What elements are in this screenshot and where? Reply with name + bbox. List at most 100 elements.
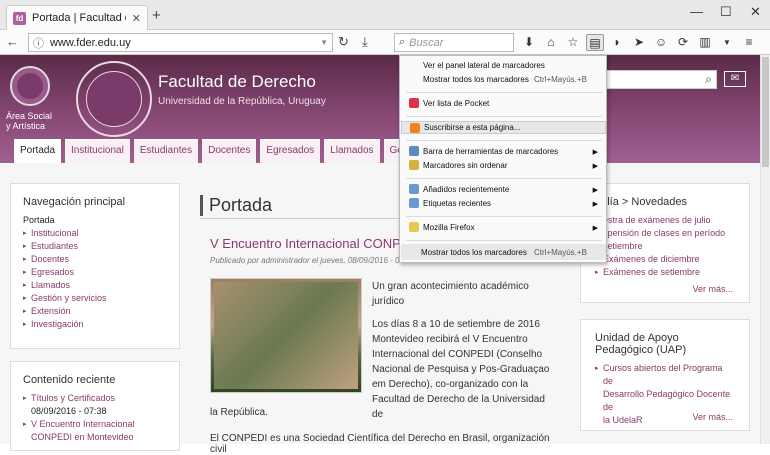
- bookmarks-popup-menu: Ver el panel lateral de marcadores Mostr…: [399, 55, 607, 263]
- recent-folder-icon: [409, 184, 419, 194]
- nav-item[interactable]: Llamados: [23, 279, 167, 292]
- uap-item[interactable]: Cursos abiertos del Programa de: [595, 362, 735, 388]
- news-item-cont[interactable]: setiembre: [595, 240, 735, 253]
- area-social-logo[interactable]: [10, 66, 50, 106]
- tab-bar: fd Portada | Facultad de Dere... ✕ + — ☐…: [0, 0, 770, 30]
- close-window-button[interactable]: ✕: [750, 4, 761, 20]
- nav-item[interactable]: Extensión: [23, 305, 167, 318]
- menu-item-recent-tags[interactable]: Etiquetas recientes ▶: [401, 197, 606, 210]
- footer-show-all-bookmarks[interactable]: Mostrar todos los marcadores Ctrl+Mayús.+…: [401, 244, 606, 260]
- rss-icon: [410, 123, 420, 133]
- nav-item[interactable]: Egresados: [23, 266, 167, 279]
- nav-item[interactable]: Estudiantes: [23, 240, 167, 253]
- news-item[interactable]: spensión de clases en período: [595, 227, 735, 240]
- send-icon[interactable]: ➤: [630, 34, 648, 51]
- see-more-link[interactable]: Ver más...: [692, 412, 733, 422]
- recent-item-cont[interactable]: CONPEDI en Montevideo: [23, 431, 167, 444]
- recent-date: 08/09/2016 - 07:38: [31, 406, 107, 416]
- news-item[interactable]: estra de exámenes de julio: [595, 214, 735, 227]
- menu-item-institucional[interactable]: Institucional: [65, 139, 130, 163]
- bookmark-star-icon[interactable]: ☆: [564, 34, 582, 51]
- menu-item-label: Añadidos recientemente: [423, 185, 510, 194]
- home-icon[interactable]: ⌂: [542, 34, 560, 51]
- menu-item-view-bookmarks-sidebar[interactable]: Ver el panel lateral de marcadores: [401, 59, 606, 72]
- site-search-input[interactable]: ⌕: [605, 70, 717, 89]
- sync-icon[interactable]: ⟳: [674, 34, 692, 51]
- menu-item-bookmarks-toolbar[interactable]: Barra de herramientas de marcadores ▶: [401, 145, 606, 158]
- menu-separator: [406, 178, 602, 179]
- uap-item-cont[interactable]: Desarrollo Pedagógico Docente de: [595, 388, 735, 414]
- url-text: www.fder.edu.uy: [50, 36, 131, 49]
- nav-item[interactable]: Investigación: [23, 318, 167, 331]
- bookmarks-menu-icon[interactable]: ▤: [586, 34, 604, 51]
- see-more-link[interactable]: Ver más...: [692, 284, 733, 294]
- logo-caption: Área Social y Artística: [6, 111, 53, 131]
- chat-icon[interactable]: ☺: [652, 34, 670, 51]
- menu-separator: [406, 140, 602, 141]
- menu-item-pocket[interactable]: Ver lista de Pocket: [401, 97, 606, 110]
- site-title[interactable]: Facultad de Derecho: [158, 72, 316, 92]
- shortcut-label: Ctrl+Mayús.+B: [534, 75, 587, 84]
- menu-item-docentes[interactable]: Docentes: [202, 139, 257, 163]
- submenu-arrow-icon: ▶: [592, 186, 598, 194]
- menu-item-unsorted-bookmarks[interactable]: Marcadores sin ordenar ▶: [401, 159, 606, 172]
- nav-box: Navegación principal Portada Institucion…: [10, 183, 180, 349]
- faculty-seal-logo[interactable]: [76, 61, 152, 137]
- menu-item-mozilla-firefox[interactable]: Mozilla Firefox ▶: [401, 221, 606, 234]
- close-tab-icon[interactable]: ✕: [132, 12, 141, 25]
- page-scrollbar[interactable]: [760, 55, 770, 444]
- menu-separator: [406, 116, 602, 117]
- menu-item-label: Mostrar todos los marcadores: [421, 247, 527, 257]
- menu-item-label: Marcadores sin ordenar: [423, 161, 508, 170]
- browser-tab[interactable]: fd Portada | Facultad de Dere... ✕: [6, 5, 148, 30]
- download-icon[interactable]: ⤓: [362, 34, 368, 50]
- reload-icon[interactable]: ↻: [338, 34, 349, 50]
- search-bar[interactable]: ⌕ Buscar: [394, 33, 514, 52]
- menu-item-subscribe[interactable]: Suscribirse a esta página...: [401, 121, 606, 134]
- submenu-arrow-icon: ▶: [592, 224, 598, 232]
- pocket-icon[interactable]: ◗: [608, 34, 626, 51]
- scrollbar-thumb[interactable]: [762, 57, 769, 167]
- search-placeholder: Buscar: [409, 36, 444, 49]
- folder-icon: [409, 222, 419, 232]
- recent-item[interactable]: Títulos y Certificados: [23, 392, 167, 405]
- recent-item[interactable]: V Encuentro Internacional: [23, 418, 167, 431]
- news-item[interactable]: Exámenes de setiembre: [595, 266, 735, 279]
- menu-item-label: Barra de herramientas de marcadores: [423, 147, 559, 156]
- menu-item-portada[interactable]: Portada: [14, 139, 62, 163]
- dropdown-icon[interactable]: ▼: [320, 38, 328, 47]
- menu-item-recently-added[interactable]: Añadidos recientemente ▶: [401, 183, 606, 196]
- search-icon[interactable]: ⌕: [705, 72, 712, 87]
- nav-item[interactable]: Docentes: [23, 253, 167, 266]
- hamburger-menu-icon[interactable]: ≡: [740, 34, 758, 51]
- article-paragraph: El CONPEDI es una Sociedad Científica de…: [210, 433, 550, 455]
- site-subtitle: Universidad de la República, Uruguay: [158, 96, 326, 107]
- article-title[interactable]: V Encuentro Internacional CONPEDI: [210, 236, 422, 251]
- url-bar[interactable]: ⓘ www.fder.edu.uy ▼: [28, 33, 333, 52]
- news-item[interactable]: Exámenes de diciembre: [595, 253, 735, 266]
- nav-item[interactable]: Gestión y servicios: [23, 292, 167, 305]
- overflow-icon[interactable]: ▼: [718, 34, 736, 51]
- article-paragraph: la República.: [210, 407, 268, 418]
- minimize-button[interactable]: —: [690, 4, 703, 19]
- article-image: [210, 278, 362, 393]
- downloads-icon[interactable]: ⬇: [520, 34, 538, 51]
- menu-item-egresados[interactable]: Egresados: [260, 139, 321, 163]
- back-icon[interactable]: ←: [6, 34, 19, 50]
- nav-item-portada[interactable]: Portada: [23, 214, 167, 227]
- news-box-title: delía > Novedades: [595, 196, 688, 208]
- nav-item[interactable]: Institucional: [23, 227, 167, 240]
- menu-item-llamados[interactable]: Llamados: [324, 139, 380, 163]
- maximize-button[interactable]: ☐: [720, 4, 732, 20]
- clipboard-icon[interactable]: ▥: [696, 34, 714, 51]
- uap-box-title: Unidad de Apoyo Pedagógico (UAP): [595, 332, 687, 356]
- tag-folder-icon: [409, 198, 419, 208]
- page-content: Navegación principal Portada Institucion…: [0, 163, 760, 455]
- mail-icon[interactable]: ✉: [724, 71, 746, 87]
- menu-item-label: Suscribirse a esta página...: [424, 123, 521, 132]
- info-icon[interactable]: ⓘ: [33, 35, 44, 51]
- menu-item-show-all-bookmarks[interactable]: Mostrar todos los marcadores Ctrl+Mayús.+…: [401, 73, 606, 86]
- new-tab-button[interactable]: +: [152, 7, 161, 24]
- menu-item-label: Ver lista de Pocket: [423, 99, 490, 108]
- menu-item-estudiantes[interactable]: Estudiantes: [133, 139, 199, 163]
